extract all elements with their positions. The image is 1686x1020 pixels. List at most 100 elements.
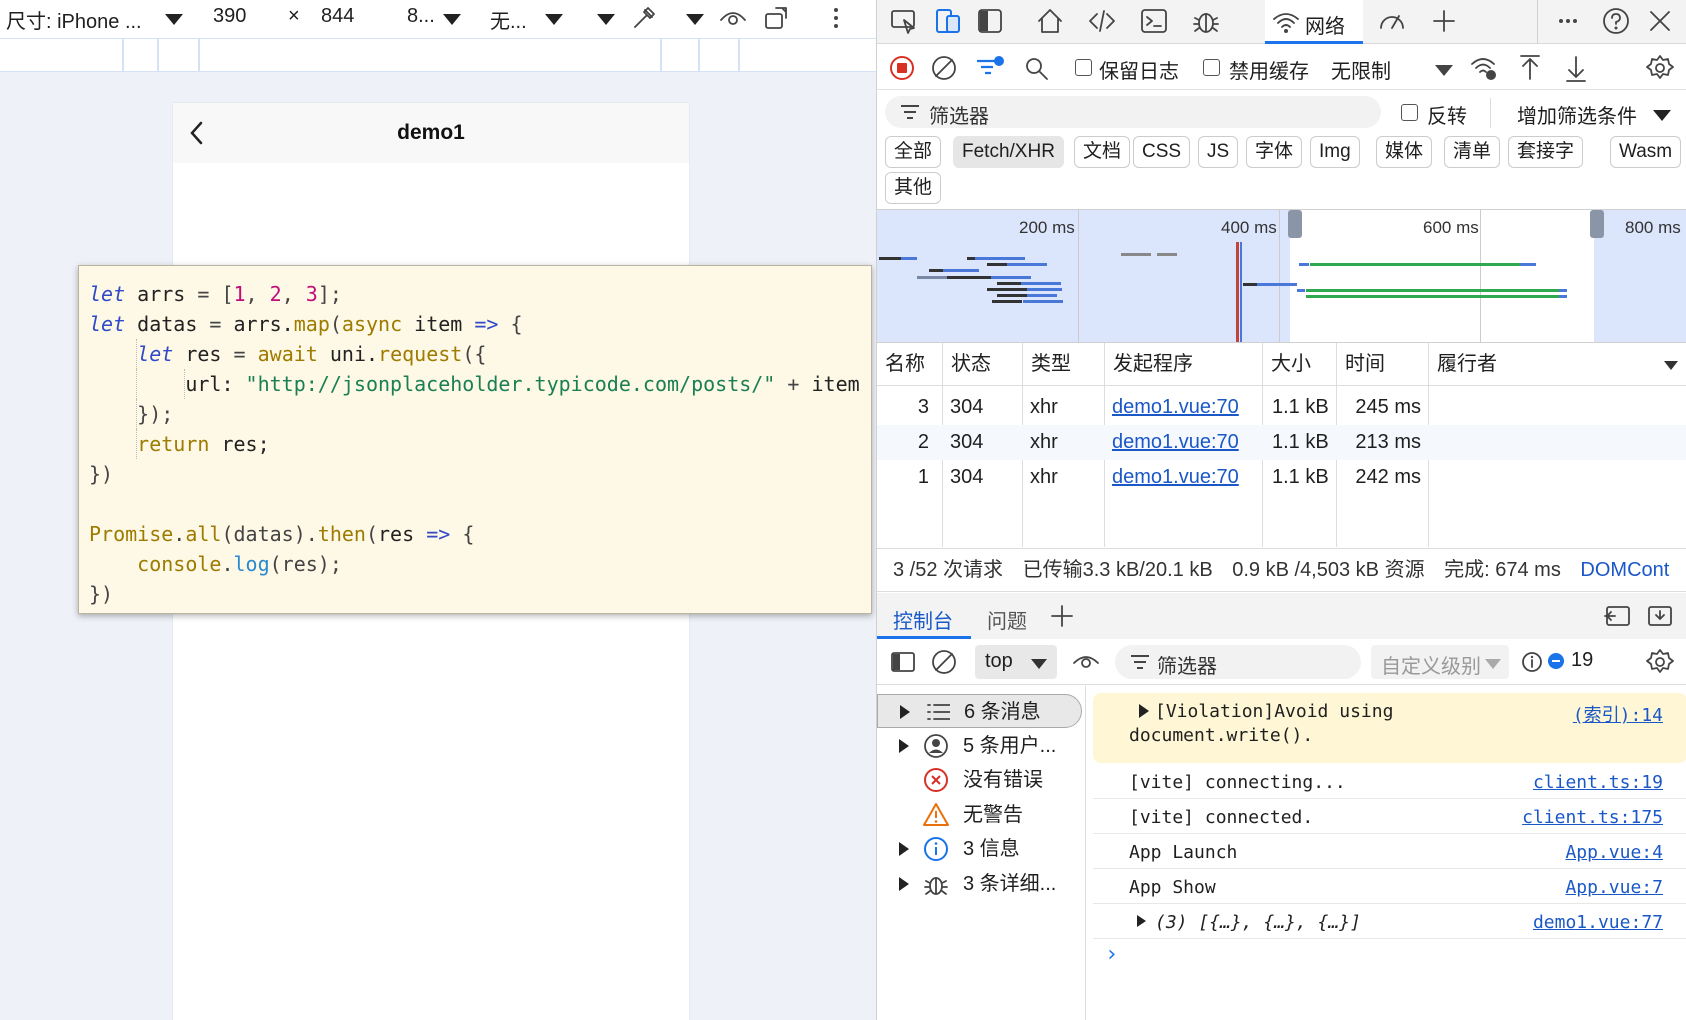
context-selector[interactable]: top xyxy=(975,645,1057,679)
message-source-link[interactable]: App.vue:7 xyxy=(1565,877,1663,898)
message-text[interactable]: (3) [{…}, {…}, {…}] xyxy=(1155,912,1361,933)
column-header[interactable]: 履行者 xyxy=(1429,343,1686,385)
network-overview-timeline[interactable]: 200 ms 400 ms 600 ms 800 ms xyxy=(877,209,1686,343)
zoom-select[interactable]: 8... xyxy=(407,5,435,28)
throttle-select[interactable]: 无... xyxy=(490,5,527,34)
issues-count[interactable]: 19 xyxy=(1571,649,1593,672)
expand-arrow-icon[interactable] xyxy=(1139,704,1149,718)
message-source-link[interactable]: client.ts:19 xyxy=(1533,772,1663,793)
overview-right-handle[interactable] xyxy=(1590,210,1604,238)
filter-chip[interactable]: 媒体 xyxy=(1376,136,1433,168)
issues-chat-icon[interactable] xyxy=(1545,651,1567,673)
expand-arrow-icon[interactable] xyxy=(899,876,909,891)
network-settings-gear-icon[interactable] xyxy=(1645,53,1675,83)
console-tab-icon[interactable] xyxy=(1139,6,1169,36)
console-sidebar-toggle-icon[interactable] xyxy=(889,649,917,675)
tab-console[interactable]: 控制台 xyxy=(893,605,953,634)
add-drawer-tab-icon[interactable] xyxy=(1049,603,1075,629)
welcome-home-icon[interactable] xyxy=(1035,6,1065,36)
console-settings-gear-icon[interactable] xyxy=(1645,647,1675,677)
invert-checkbox[interactable] xyxy=(1401,104,1418,121)
console-filter-input[interactable]: 筛选器 xyxy=(1115,645,1361,679)
throttling-select[interactable]: 无限制 xyxy=(1331,55,1391,84)
filter-chip[interactable]: 其他 xyxy=(885,172,942,204)
more-options-icon[interactable] xyxy=(830,4,842,32)
height-input[interactable]: 844 xyxy=(321,5,354,28)
width-input[interactable]: 390 xyxy=(213,5,246,28)
cell-initiator[interactable]: demo1.vue:70 xyxy=(1112,425,1239,460)
tab-network[interactable]: 网络 xyxy=(1265,0,1363,44)
more-filters-button[interactable]: 增加筛选条件 xyxy=(1517,100,1637,129)
filter-chip[interactable]: CSS xyxy=(1133,136,1191,168)
expand-arrow-icon[interactable] xyxy=(1137,915,1146,927)
inspect-element-icon[interactable] xyxy=(889,6,919,36)
rotate-icon[interactable] xyxy=(762,4,794,32)
column-header[interactable]: 大小 xyxy=(1263,343,1337,385)
filter-chip[interactable]: 字体 xyxy=(1246,136,1303,168)
sensor-dropdown-icon[interactable] xyxy=(686,14,704,25)
performance-gauge-icon[interactable] xyxy=(1377,6,1407,36)
column-header[interactable]: 状态 xyxy=(943,343,1023,385)
expand-arrow-icon[interactable] xyxy=(899,738,909,753)
expand-arrow-icon[interactable] xyxy=(900,705,910,719)
column-header[interactable]: 发起程序 xyxy=(1105,343,1263,385)
sidebar-item[interactable]: 5 条用户... xyxy=(877,729,1082,763)
filter-chip[interactable]: JS xyxy=(1198,136,1239,168)
throttling-dropdown-icon[interactable] xyxy=(1435,65,1453,76)
log-levels-select[interactable]: 自定义级别 xyxy=(1371,645,1509,679)
overview-left-handle[interactable] xyxy=(1288,210,1302,238)
close-devtools-icon[interactable] xyxy=(1645,6,1675,36)
console-prompt[interactable]: › xyxy=(1105,942,1118,967)
filter-toggle-icon[interactable] xyxy=(975,53,1005,81)
filter-chip[interactable]: 清单 xyxy=(1444,136,1501,168)
preserve-log-checkbox[interactable] xyxy=(1075,59,1092,76)
expand-arrow-icon[interactable] xyxy=(899,842,909,856)
more-dropdown-icon[interactable] xyxy=(597,14,615,25)
dimensions-dropdown-icon[interactable] xyxy=(165,14,183,25)
message-source-link[interactable]: App.vue:4 xyxy=(1565,842,1663,863)
more-filters-dropdown-icon[interactable] xyxy=(1653,110,1671,121)
filter-chip[interactable]: Img xyxy=(1310,136,1360,168)
message-source-link[interactable]: client.ts:175 xyxy=(1522,807,1663,828)
network-filter-input[interactable]: 筛选器 xyxy=(885,96,1381,128)
tab-issues[interactable]: 问题 xyxy=(987,605,1027,634)
cell-initiator[interactable]: demo1.vue:70 xyxy=(1112,390,1239,425)
filter-chip[interactable]: Wasm xyxy=(1610,136,1682,168)
disable-cache-checkbox[interactable] xyxy=(1203,59,1220,76)
help-icon[interactable] xyxy=(1601,6,1631,36)
import-har-icon[interactable] xyxy=(1517,53,1543,83)
message-source-link[interactable]: demo1.vue:77 xyxy=(1533,912,1663,933)
export-har-icon[interactable] xyxy=(1563,53,1589,83)
dimensions-select[interactable]: 尺寸: iPhone ... xyxy=(6,5,142,34)
elements-code-icon[interactable] xyxy=(1087,6,1117,36)
filter-chip[interactable]: 文档 xyxy=(1074,136,1131,168)
close-drawer-icon[interactable] xyxy=(1645,603,1675,629)
filter-chip[interactable]: 全部 xyxy=(885,136,942,168)
dock-drawer-icon[interactable] xyxy=(1603,603,1633,629)
live-expression-eye-icon[interactable] xyxy=(1071,649,1101,675)
throttle-dropdown-icon[interactable] xyxy=(545,14,563,25)
table-row[interactable]: 3 304 xhr demo1.vue:70 1.1 kB 245 ms xyxy=(877,390,1686,425)
eye-icon[interactable] xyxy=(718,4,748,32)
sidebar-item[interactable]: 无警告 xyxy=(877,798,1082,832)
sources-bug-icon[interactable] xyxy=(1191,6,1221,36)
table-row[interactable]: 1 304 xhr demo1.vue:70 1.1 kB 242 ms xyxy=(877,460,1686,495)
record-stop-icon[interactable] xyxy=(889,55,915,81)
device-emulation-icon[interactable] xyxy=(933,6,963,36)
cell-initiator[interactable]: demo1.vue:70 xyxy=(1112,460,1239,495)
column-sort-icon[interactable] xyxy=(1664,361,1678,370)
add-tab-icon[interactable] xyxy=(1429,6,1459,36)
clear-icon[interactable] xyxy=(931,55,957,81)
sidebar-item[interactable]: 6 条消息 xyxy=(877,694,1082,728)
search-icon[interactable] xyxy=(1023,55,1049,81)
filter-chip[interactable]: 套接字 xyxy=(1508,136,1584,168)
sidebar-item[interactable]: 3 条详细... xyxy=(877,867,1082,901)
media-query-ruler[interactable] xyxy=(0,38,876,72)
message-source-link[interactable]: (索引):14 xyxy=(1573,701,1663,727)
network-conditions-icon[interactable] xyxy=(1469,53,1499,83)
dock-side-icon[interactable] xyxy=(975,6,1005,36)
sidebar-item[interactable]: 3 信息 xyxy=(877,832,1082,866)
column-header[interactable]: 类型 xyxy=(1023,343,1105,385)
sidebar-item[interactable]: 没有错误 xyxy=(877,763,1082,797)
column-header[interactable]: 名称 xyxy=(877,343,943,385)
